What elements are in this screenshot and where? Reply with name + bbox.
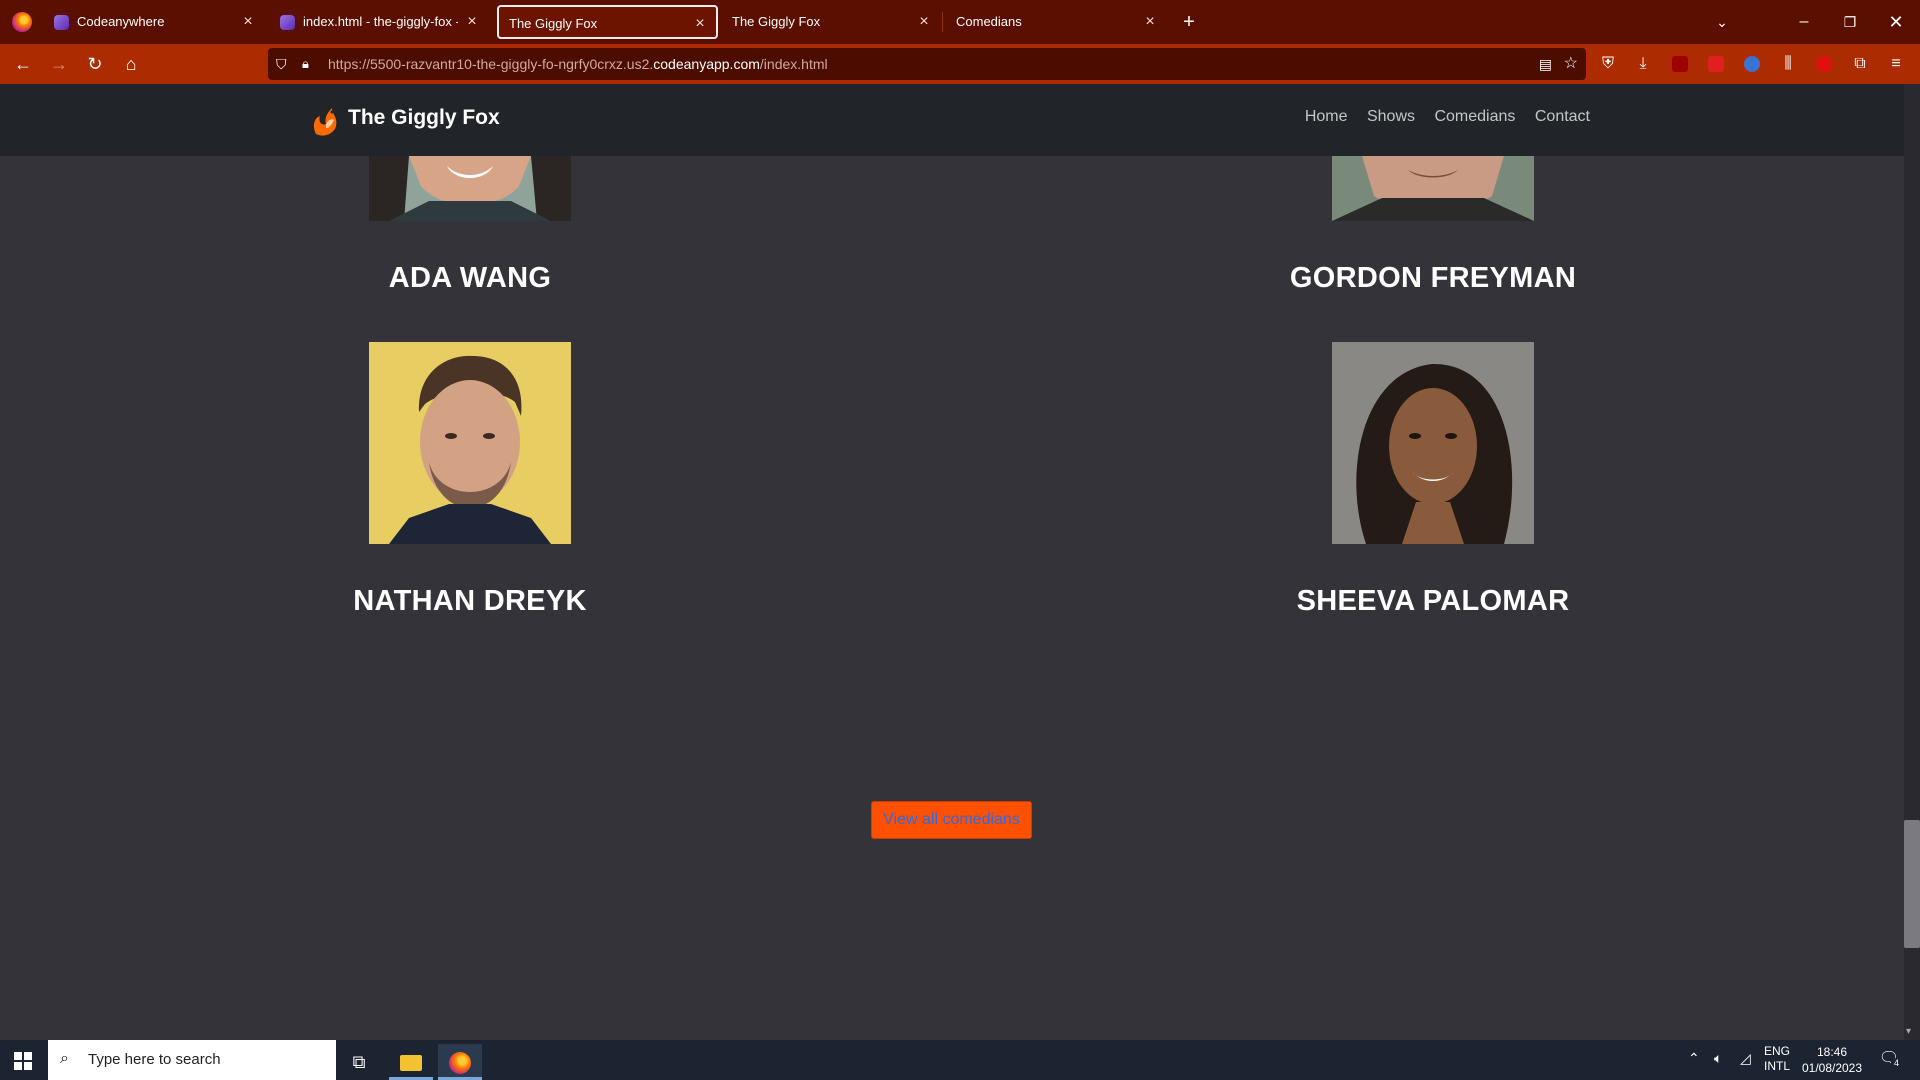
- codeanywhere-icon: [280, 15, 295, 30]
- comedian-photo-gordon-freyman: [1332, 156, 1534, 221]
- close-tab-icon[interactable]: ×: [464, 5, 480, 39]
- clock[interactable]: 18:46 01/08/2023: [1800, 1044, 1864, 1076]
- task-view-icon[interactable]: ⧉: [337, 1044, 381, 1080]
- tab-comedians[interactable]: Comedians ×: [946, 5, 1166, 39]
- tab-the-giggly-fox[interactable]: The Giggly Fox ×: [722, 5, 940, 39]
- extensions-icon[interactable]: ⧉: [1846, 49, 1874, 79]
- view-all-comedians-button[interactable]: View all comedians: [871, 801, 1032, 839]
- comedian-name: ADA WANG: [388, 262, 552, 294]
- url-prefix: https://5500-razvantr10-the-giggly-fo-ng…: [328, 56, 654, 72]
- shield-icon[interactable]: ⛉: [276, 48, 287, 80]
- keyboard-layout: INTL: [1764, 1059, 1791, 1073]
- address-bar[interactable]: ⛉ 🔒︎ https://5500-razvantr10-the-giggly-…: [268, 48, 1586, 80]
- url-text[interactable]: https://5500-razvantr10-the-giggly-fo-ng…: [328, 48, 828, 80]
- nav-link-contact[interactable]: Contact: [1535, 108, 1590, 125]
- menu-icon[interactable]: ≡: [1882, 49, 1910, 79]
- firefox-icon[interactable]: [12, 12, 32, 32]
- reader-view-icon[interactable]: ▤: [1539, 48, 1552, 80]
- brand-name: The Giggly Fox: [348, 106, 500, 129]
- windows-taskbar: ⌕ Type here to search ⧉ ⌃ 🔈︎ ◿ ENG INTL …: [0, 1040, 1920, 1080]
- volume-icon[interactable]: 🔈︎: [1714, 1050, 1722, 1067]
- notifications-icon[interactable]: 🗨︎ 4: [1876, 1048, 1902, 1068]
- ublock-icon[interactable]: [1672, 56, 1688, 72]
- close-tab-icon[interactable]: ×: [692, 7, 708, 41]
- forward-icon[interactable]: →: [44, 49, 74, 79]
- restore-icon[interactable]: ❐: [1835, 6, 1865, 38]
- extension-red-icon[interactable]: [1708, 56, 1724, 72]
- extension-record-icon[interactable]: [1816, 56, 1832, 72]
- comedian-photo-ada-wang: [369, 156, 571, 221]
- comedian-name: NATHAN DREYK: [353, 585, 587, 617]
- scroll-down-arrow-icon[interactable]: ▾: [1906, 1026, 1911, 1037]
- search-icon: ⌕: [60, 1050, 69, 1067]
- tab-label: The Giggly Fox: [732, 14, 821, 29]
- network-icon[interactable]: ◿: [1740, 1050, 1751, 1067]
- close-window-icon[interactable]: ✕: [1881, 6, 1911, 38]
- close-tab-icon[interactable]: ×: [1142, 5, 1158, 39]
- back-icon[interactable]: ←: [8, 49, 38, 79]
- notification-count: 4: [1891, 1058, 1902, 1068]
- language-code: ENG: [1764, 1044, 1791, 1058]
- comedian-name: SHEEVA PALOMAR: [1296, 585, 1570, 617]
- list-all-tabs-icon[interactable]: ⌄: [1707, 6, 1737, 38]
- firefox-taskbar-icon[interactable]: [438, 1044, 482, 1080]
- tab-index-html[interactable]: index.html - the-giggly-fox - C ×: [270, 5, 488, 39]
- language-indicator[interactable]: ENG INTL: [1764, 1044, 1790, 1074]
- minimize-icon[interactable]: –: [1789, 6, 1819, 38]
- navigation-toolbar: ← → ↻ ⌂ ⛉ 🔒︎ https://5500-razvantr10-the…: [0, 44, 1920, 84]
- downloads-icon[interactable]: ⤓: [1629, 49, 1657, 79]
- tab-label: Codeanywhere: [77, 14, 165, 29]
- tab-label: The Giggly Fox: [509, 16, 598, 31]
- site-navbar: The Giggly Fox Home Shows Comedians Cont…: [0, 84, 1904, 156]
- codeanywhere-icon: [54, 15, 69, 30]
- search-placeholder: Type here to search: [88, 1051, 221, 1068]
- comedian-photo-nathan-dreyk: [369, 342, 571, 544]
- fox-logo-icon: [313, 108, 337, 136]
- tab-strip: Codeanywhere × index.html - the-giggly-f…: [0, 0, 1920, 44]
- site-menu: Home Shows Comedians Contact: [1290, 108, 1590, 126]
- pocket-icon[interactable]: ⛨: [1594, 49, 1622, 79]
- nav-link-comedians[interactable]: Comedians: [1434, 108, 1515, 125]
- tab-the-giggly-fox-active[interactable]: The Giggly Fox ×: [497, 5, 718, 39]
- comedian-photo-sheeva-palomar: [1332, 342, 1534, 544]
- comedian-name: GORDON FREYMAN: [1289, 262, 1577, 294]
- close-tab-icon[interactable]: ×: [916, 5, 932, 39]
- library-icon[interactable]: ⫼: [1774, 49, 1802, 79]
- tab-codeanywhere[interactable]: Codeanywhere ×: [44, 5, 264, 39]
- reload-icon[interactable]: ↻: [80, 49, 110, 79]
- show-hidden-icons-icon[interactable]: ⌃: [1688, 1050, 1700, 1067]
- url-domain: codeanyapp.com: [653, 56, 760, 72]
- tab-label: index.html - the-giggly-fox - C: [303, 14, 458, 29]
- home-icon[interactable]: ⌂: [116, 49, 146, 79]
- lock-icon[interactable]: 🔒︎: [302, 48, 309, 80]
- extension-blue-icon[interactable]: [1744, 56, 1760, 72]
- close-tab-icon[interactable]: ×: [240, 5, 256, 39]
- clock-date: 01/08/2023: [1801, 1061, 1863, 1075]
- tab-separator: [942, 12, 943, 32]
- file-explorer-icon[interactable]: [389, 1044, 433, 1080]
- clock-time: 18:46: [1816, 1045, 1848, 1059]
- windows-start-icon[interactable]: [14, 1052, 32, 1070]
- url-suffix: /index.html: [759, 56, 828, 72]
- tab-label: Comedians: [956, 14, 1022, 29]
- nav-link-home[interactable]: Home: [1305, 108, 1348, 125]
- taskbar-search-box[interactable]: ⌕ Type here to search: [48, 1040, 336, 1080]
- nav-link-shows[interactable]: Shows: [1367, 108, 1415, 125]
- scrollbar-thumb[interactable]: [1904, 820, 1920, 948]
- new-tab-button[interactable]: +: [1174, 6, 1204, 38]
- bookmark-star-icon[interactable]: ☆: [1564, 48, 1578, 80]
